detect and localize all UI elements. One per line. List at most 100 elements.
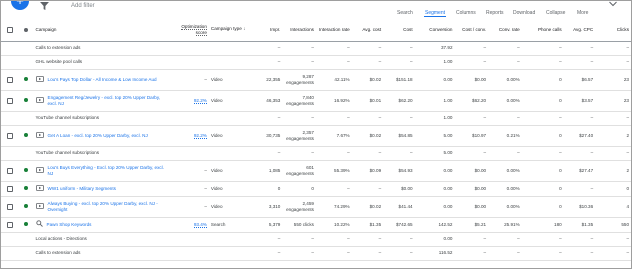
cost-cell: – — [383, 41, 415, 56]
conversions-cell: 1.00 — [414, 111, 455, 126]
campaign-row[interactable]: Lou's Buys Everything - Excl. top 20% Up… — [1, 160, 631, 182]
header-optimization-score[interactable]: Optimization score — [170, 19, 209, 42]
header-cost[interactable]: Cost — [383, 19, 415, 42]
header-campaign[interactable]: Campaign — [33, 19, 171, 42]
campaign-name-link[interactable]: Always Buying - excl. top 20% Upper Darb… — [48, 201, 169, 212]
clicks-cell: – — [595, 246, 631, 261]
row-checkbox[interactable] — [6, 167, 13, 174]
optimization-score-value[interactable]: 92.2% — [193, 97, 207, 104]
conversions-cell: 0.00 — [414, 69, 455, 91]
conversion-action-row[interactable]: Calls to extension ads – – – – –116.52– – – – – — [1, 246, 631, 261]
row-checkbox[interactable] — [6, 97, 13, 104]
campaign-name-link[interactable]: Get A Loan - excl. top 20% Upper Darby, … — [48, 133, 148, 139]
add-filter-input[interactable]: Add filter — [71, 3, 95, 9]
conversion-action-row[interactable]: YouTube channel subscriptions – – – – –1.00– –… — [1, 111, 631, 126]
header-clicks[interactable]: Clicks — [595, 19, 631, 42]
download-button[interactable]: Download — [513, 10, 535, 16]
avg-cost-cell: – — [351, 246, 384, 261]
cost-per-conv-cell: $0.00 — [454, 160, 489, 182]
campaign-row[interactable]: Always Buying - excl. top 20% Upper Darb… — [1, 196, 631, 218]
filter-icon[interactable] — [40, 2, 49, 10]
avg-cost-cell: – — [351, 232, 384, 247]
row-checkbox[interactable] — [6, 203, 13, 210]
row-checkbox-cell — [1, 246, 19, 261]
campaign-row[interactable]: WW1 uniform - Military Segments – Video 0 0–… — [1, 181, 631, 197]
header-interaction-rate[interactable]: Interaction rate — [315, 19, 352, 42]
cost-per-conv-cell: – — [454, 246, 489, 261]
status-cell — [18, 160, 34, 182]
campaign-name-cell: GHL website pool calls — [33, 55, 171, 70]
campaign-name-link[interactable]: Engagement Reg/Jewelry - excl. top 20% U… — [48, 95, 169, 106]
header-impr[interactable]: Impr. — [250, 19, 283, 42]
campaign-name-cell: YouTube channel subscriptions — [33, 146, 171, 161]
header-cost-per-conv[interactable]: Cost / conv. — [454, 19, 489, 42]
campaign-name-link[interactable]: Lou's Buys Everything - Excl. top 20% Up… — [48, 165, 169, 176]
campaign-row[interactable]: Get A Loan - excl. top 20% Upper Darby, … — [1, 125, 631, 147]
cost-per-conv-cell: – — [454, 232, 489, 247]
columns-button[interactable]: Columns — [456, 10, 476, 16]
phone-calls-cell: – — [521, 232, 564, 247]
enabled-status-icon[interactable] — [24, 204, 29, 209]
phone-calls-cell: – — [521, 246, 564, 261]
interactions-cell: 9,287 engagements — [282, 69, 316, 91]
row-checkbox[interactable] — [6, 132, 13, 139]
optimization-score-value[interactable]: 92.2% — [193, 132, 207, 139]
campaign-row[interactable]: Engagement Reg/Jewelry - excl. top 20% U… — [1, 90, 631, 112]
cost-cell: $54.93 — [383, 160, 415, 182]
header-conv-rate[interactable]: Conv. rate — [488, 19, 522, 42]
conv-rate-cell: – — [488, 111, 522, 126]
clicks-cell: – — [595, 146, 631, 161]
conversion-action-row[interactable]: YouTube channel subscriptions – – – – –5.00– –… — [1, 146, 631, 161]
optimization-score-value[interactable]: 93.4% — [193, 221, 207, 228]
cost-per-conv-cell: – — [454, 55, 489, 70]
optimization-score-cell: – — [170, 196, 209, 218]
campaign-name-link[interactable]: WW1 uniform - Military Segments — [48, 186, 116, 192]
collapse-button[interactable]: Collapse — [546, 10, 565, 16]
search-button[interactable]: Search — [397, 10, 413, 16]
reports-button[interactable]: Reports — [486, 10, 504, 16]
conversion-action-row[interactable]: GHL website pool calls – – – – –1.00– – – – – — [1, 55, 631, 70]
campaign-name-link[interactable]: Pawn Shop Keywords — [47, 222, 92, 228]
conv-rate-cell: 0.21% — [488, 125, 522, 147]
campaign-row[interactable]: Lou's Pays Top Dollar - All Income & Low… — [1, 69, 631, 91]
campaign-type-cell: Video — [208, 196, 251, 218]
header-campaign-type[interactable]: Campaign type ↓ — [208, 19, 251, 42]
row-checkbox[interactable] — [6, 221, 13, 228]
campaign-name-link[interactable]: Lou's Pays Top Dollar - All Income & Low… — [48, 77, 157, 83]
interaction-rate-cell: 7.67% — [315, 125, 352, 147]
conversion-action-row[interactable]: Local actions - Directions – – – – –0.00– – – – – — [1, 232, 631, 247]
enabled-status-icon[interactable] — [24, 186, 29, 191]
add-campaign-button[interactable]: + — [11, 1, 29, 10]
optimization-score-value: – — [204, 185, 207, 191]
avg-cost-cell: $0.01 — [351, 90, 384, 112]
interactions-cell: 601 engagements — [282, 160, 316, 182]
enabled-status-icon[interactable] — [24, 133, 29, 138]
table-header-row: Campaign Optimization score Campaign typ… — [1, 19, 631, 42]
status-cell — [18, 246, 34, 261]
header-avg-cost[interactable]: Avg. cost — [351, 19, 384, 42]
enabled-status-icon[interactable] — [24, 222, 29, 227]
search-campaign-icon — [35, 220, 43, 229]
campaign-row[interactable]: Pawn Shop Keywords 93.4% Search 5,379 550 cl… — [1, 217, 631, 233]
header-avg-cpc[interactable]: Avg. CPC — [563, 19, 596, 42]
select-all-checkbox[interactable] — [6, 26, 13, 33]
chevron-down-icon[interactable] — [609, 1, 617, 7]
interactions-cell: – — [282, 246, 316, 261]
more-button[interactable]: More — [577, 10, 588, 16]
enabled-status-icon[interactable] — [24, 77, 29, 82]
status-header — [18, 19, 34, 42]
row-checkbox[interactable] — [6, 185, 13, 192]
status-cell — [18, 146, 34, 161]
header-phone-calls[interactable]: Phone calls — [521, 19, 564, 42]
status-cell — [18, 196, 34, 218]
row-checkbox[interactable] — [6, 76, 13, 83]
enabled-status-icon[interactable] — [24, 98, 29, 103]
campaigns-table: Campaign Optimization score Campaign typ… — [1, 19, 631, 261]
conversion-action-label: YouTube channel subscriptions — [35, 150, 100, 156]
enabled-status-icon[interactable] — [24, 168, 29, 173]
conversion-action-row[interactable]: Calls to extension ads – – – – –37.92– – – – – — [1, 41, 631, 56]
clicks-cell: 4 — [595, 196, 631, 218]
impr-cell: 3,310 — [250, 196, 283, 218]
header-conversions[interactable]: Conversion — [414, 19, 455, 42]
header-interactions[interactable]: Interactions — [282, 19, 316, 42]
